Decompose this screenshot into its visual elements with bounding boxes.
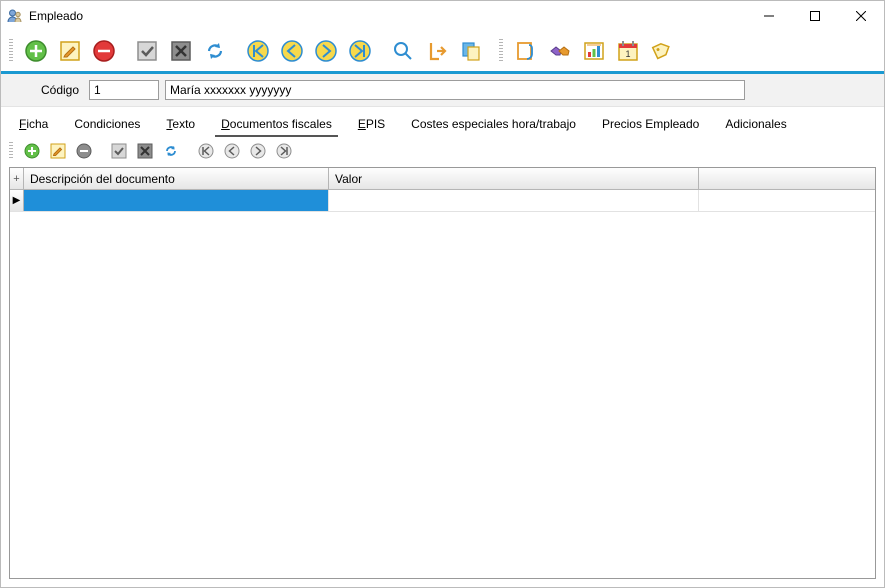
grid-refresh-button[interactable] xyxy=(160,141,182,161)
tab-texto[interactable]: Texto xyxy=(160,113,201,137)
tab-precios-empleado[interactable]: Precios Empleado xyxy=(596,113,705,137)
add-button[interactable] xyxy=(21,37,51,65)
svg-text:1: 1 xyxy=(625,49,630,59)
tab-adicionales[interactable]: Adicionales xyxy=(719,113,792,137)
separator xyxy=(101,142,102,160)
grid-header: + Descripción del documento Valor xyxy=(10,168,875,190)
codigo-bar: Código xyxy=(1,74,884,107)
tab-epis[interactable]: EPIS xyxy=(352,113,391,137)
separator xyxy=(492,38,493,64)
tab-documentos-fiscales[interactable]: Documentos fiscales xyxy=(215,113,338,137)
documents-grid[interactable]: + Descripción del documento Valor ▶ xyxy=(9,167,876,579)
codigo-input[interactable] xyxy=(89,80,159,100)
main-toolbar: 1 xyxy=(1,31,884,74)
grid-confirm-button[interactable] xyxy=(108,141,130,161)
maximize-button[interactable] xyxy=(792,1,838,31)
tab-bar: Ficha Condiciones Texto Documentos fisca… xyxy=(1,107,884,137)
delete-button[interactable] xyxy=(89,37,119,65)
edit-button[interactable] xyxy=(55,37,85,65)
employee-window: Empleado xyxy=(0,0,885,588)
app-icon xyxy=(7,8,23,24)
titlebar: Empleado xyxy=(1,1,884,31)
separator xyxy=(381,38,382,64)
column-descripcion[interactable]: Descripción del documento xyxy=(24,168,329,189)
name-input[interactable] xyxy=(165,80,745,100)
prev-record-button[interactable] xyxy=(277,37,307,65)
attachment-button[interactable] xyxy=(511,37,541,65)
tag-button[interactable] xyxy=(647,37,677,65)
window-controls xyxy=(746,1,884,31)
minimize-button[interactable] xyxy=(746,1,792,31)
cancel-button[interactable] xyxy=(166,37,196,65)
cell-descripcion[interactable] xyxy=(24,190,329,211)
toolbar-grip xyxy=(499,39,503,63)
column-valor[interactable]: Valor xyxy=(329,168,699,189)
toolbar-grip xyxy=(9,142,13,160)
refresh-button[interactable] xyxy=(200,37,230,65)
handshake-button[interactable] xyxy=(545,37,575,65)
calendar-button[interactable]: 1 xyxy=(613,37,643,65)
grid-row[interactable]: ▶ xyxy=(10,190,875,212)
grid-cancel-button[interactable] xyxy=(134,141,156,161)
close-button[interactable] xyxy=(838,1,884,31)
grid-toolbar xyxy=(1,137,884,165)
tab-costes-especiales[interactable]: Costes especiales hora/trabajo xyxy=(405,113,582,137)
copy-button[interactable] xyxy=(456,37,486,65)
export-button[interactable] xyxy=(422,37,452,65)
separator xyxy=(188,142,189,160)
row-indicator-icon: ▶ xyxy=(10,190,24,211)
separator xyxy=(125,38,126,64)
grid-prev-button[interactable] xyxy=(221,141,243,161)
codigo-label: Código xyxy=(41,83,79,97)
grid-add-button[interactable] xyxy=(21,141,43,161)
grid-next-button[interactable] xyxy=(247,141,269,161)
first-record-button[interactable] xyxy=(243,37,273,65)
grid-expand-corner[interactable]: + xyxy=(10,168,24,189)
grid-edit-button[interactable] xyxy=(47,141,69,161)
chart-button[interactable] xyxy=(579,37,609,65)
tab-condiciones[interactable]: Condiciones xyxy=(68,113,146,137)
grid-last-button[interactable] xyxy=(273,141,295,161)
grid-first-button[interactable] xyxy=(195,141,217,161)
confirm-button[interactable] xyxy=(132,37,162,65)
next-record-button[interactable] xyxy=(311,37,341,65)
window-title: Empleado xyxy=(29,9,83,23)
grid-delete-button[interactable] xyxy=(73,141,95,161)
last-record-button[interactable] xyxy=(345,37,375,65)
cell-valor[interactable] xyxy=(329,190,699,211)
search-button[interactable] xyxy=(388,37,418,65)
tab-ficha[interactable]: Ficha xyxy=(13,113,54,137)
separator xyxy=(236,38,237,64)
toolbar-grip xyxy=(9,39,13,63)
